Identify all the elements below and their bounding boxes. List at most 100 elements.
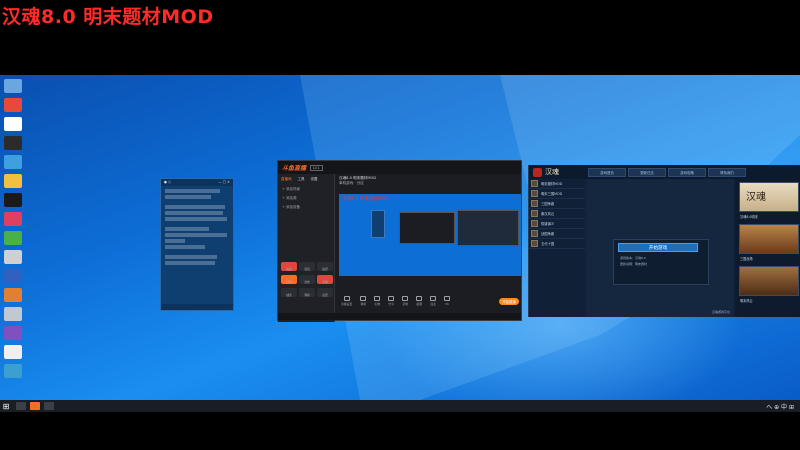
letterbox-bottom [0,412,800,450]
desktop-icon[interactable] [4,117,22,131]
streaming-app-window[interactable]: 斗鱼直播 LV.1 直播间 工具 设置 + 添加场景 + 添加源 + 添加设备 … [277,160,523,322]
mod-list-item[interactable]: 三国争霸 [529,199,585,209]
desktop-icon[interactable] [4,288,22,302]
desktop-icon[interactable] [4,136,22,150]
taskbar-app[interactable] [44,402,54,410]
preview-window [457,210,519,246]
desktop-icon[interactable] [4,326,22,340]
chat-message [165,233,227,237]
launcher-sidebar: 明末题材MOD 明末三国MOD 三国争霸 秦汉风云 隋唐演义 战国争霸 五代十国 [529,179,585,317]
preview-window [371,210,385,238]
mod-list-item[interactable]: 明末三国MOD [529,189,585,199]
desktop-icon[interactable] [4,212,22,226]
featured-card[interactable]: 明末风云 [739,266,799,303]
stream-overlay-title: 汉魂8.0 明末题材MOD [2,6,214,28]
chat-message [165,211,223,215]
game-launcher-window[interactable]: 汉魂 游戏首页 更新日志 游戏攻略 联系我们 明末题材MOD 明末三国MOD 三… [528,165,800,317]
tray-icons[interactable]: へ ⊕ 中 ⊞ [766,402,794,411]
desktop-icon[interactable] [4,174,22,188]
desktop-icon[interactable] [4,250,22,264]
info-row: 更新说明：明末题材 [620,262,648,266]
desktop-icon[interactable] [4,193,22,207]
toolbar-item[interactable]: 弹幕 [360,296,367,306]
chat-message [165,195,211,199]
go-live-button[interactable]: 开始直播 [499,298,519,305]
mod-list-item[interactable]: 明末题材MOD [529,179,585,189]
toolbar-item[interactable]: 礼物 [374,296,381,306]
desktop: ● ○ — □ ✕ 斗鱼直播 LV.1 直播间 工具 设置 + 添加场景 + 添… [0,75,800,400]
featured-card[interactable]: 三国战场 [739,224,799,261]
mod-list-item[interactable]: 秦汉风云 [529,209,585,219]
card-title: 汉魂 [746,192,766,203]
stream-sidebar: 直播间 工具 设置 + 添加场景 + 添加源 + 添加设备 美颜 滤镜 贴纸 特… [278,174,335,322]
side-tabs: 直播间 工具 设置 [278,174,334,185]
chat-footer [161,304,233,310]
desktop-icon[interactable] [4,364,22,378]
stream-logo: 斗鱼直播 [282,165,307,172]
tool-button[interactable]: 特效 [281,275,297,284]
chat-message [165,217,227,221]
toolbar-item[interactable]: PK [444,296,451,306]
desktop-icon[interactable] [4,307,22,321]
card-caption: 三国战场 [740,257,753,261]
chat-message [165,255,217,259]
desktop-icon[interactable] [4,345,22,359]
toolbar-item[interactable]: 连麦 [430,296,437,306]
chat-message [165,227,209,231]
preview-taskbar [339,276,521,280]
system-tray[interactable]: へ ⊕ 中 ⊞ [766,400,794,412]
taskbar-app[interactable] [30,402,40,410]
chat-window[interactable]: ● ○ — □ ✕ [160,178,234,311]
nav-changelog[interactable]: 更新日志 [628,167,666,177]
toolbar-item[interactable]: 录制 [402,296,409,306]
desktop-icon[interactable] [4,155,22,169]
nav-home[interactable]: 游戏首页 [588,167,626,177]
launcher-footer: 汉魂游戏平台 [711,310,730,314]
start-game-button[interactable]: 开始游戏 [618,243,698,252]
tool-button[interactable]: 贴纸 [317,262,333,271]
tab-settings[interactable]: 设置 [311,177,318,182]
desktop-icon[interactable] [4,231,22,245]
level-badge: LV.1 [310,164,323,171]
stream-titlebar: 斗鱼直播 LV.1 [278,161,521,174]
window-controls[interactable]: — □ ✕ [218,180,230,185]
screen: 汉魂8.0 明末题材MOD ● ○ — □ ✕ 斗鱼直播 LV.1 直播间 工具… [0,0,800,450]
tool-button[interactable]: 录像 [317,275,333,284]
scene-row[interactable]: + 添加场景 [278,185,334,194]
desktop-icon[interactable] [4,98,22,112]
taskbar-app[interactable] [16,402,26,410]
launcher-topbar: 汉魂 游戏首页 更新日志 游戏攻略 联系我们 [529,165,800,179]
tool-button[interactable]: 弹幕 [299,288,315,297]
tool-button[interactable]: 抽奖 [281,288,297,297]
launcher-logo: 汉魂 [529,165,584,179]
tool-button[interactable]: 美颜 [281,262,297,271]
tool-button[interactable]: 设置 [317,288,333,297]
tool-button[interactable]: 滤镜 [299,262,315,271]
mod-list-item[interactable]: 隋唐演义 [529,219,585,229]
toolbar-item[interactable]: 直播设置 [341,296,352,306]
preview-window [399,212,455,244]
featured-card[interactable]: 汉魂 汉魂8.0明末 [739,182,799,219]
toolbar-item[interactable]: 分享 [388,296,395,306]
scene-row[interactable]: + 添加设备 [278,203,334,212]
taskbar: ⊞ へ ⊕ 中 ⊞ [0,400,800,412]
desktop-icon[interactable] [4,79,22,93]
nav-contact[interactable]: 联系我们 [708,167,746,177]
launcher-nav: 游戏首页 更新日志 游戏攻略 联系我们 [588,167,746,177]
desktop-icon[interactable] [4,269,22,283]
chat-message [165,239,185,243]
tab-live-room[interactable]: 直播间 [281,177,292,182]
stream-main-area: 汉魂8.0 明末题材MOD 单机游戏 · 分区 汉魂8.0 明末题材MOD 直播… [335,174,523,322]
scene-row[interactable]: + 添加源 [278,194,334,203]
tab-tools[interactable]: 工具 [298,177,305,182]
room-meta: 单机游戏 · 分区 [339,181,364,185]
mod-list-item[interactable]: 五代十国 [529,239,585,249]
tool-button[interactable]: 音效 [299,275,315,284]
toolbar-item[interactable]: 截图 [416,296,423,306]
nav-guide[interactable]: 游戏攻略 [668,167,706,177]
chat-header: ● ○ — □ ✕ [161,179,233,186]
seal-icon [533,167,542,177]
chat-message [165,261,215,265]
start-button[interactable]: ⊞ [0,400,12,412]
mod-list-item[interactable]: 战国争霸 [529,229,585,239]
